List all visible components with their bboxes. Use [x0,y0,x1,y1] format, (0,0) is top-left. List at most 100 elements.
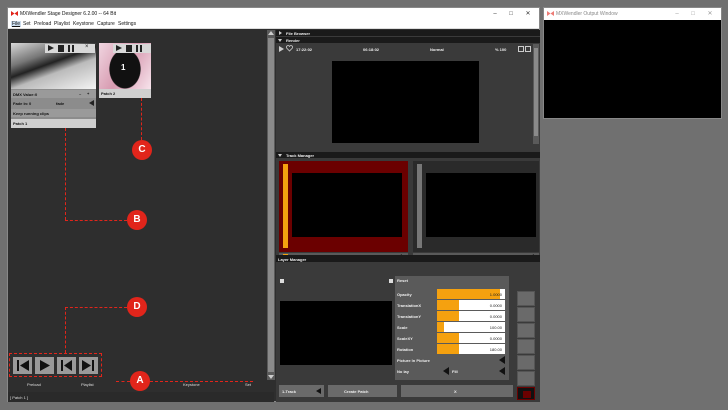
menu-set[interactable]: Set [23,21,31,27]
param-scale-slider[interactable]: 100.00 [437,322,505,332]
layer-preview [280,301,392,365]
layer-button-6[interactable] [517,371,535,386]
collapse-arrow-icon[interactable] [279,31,282,35]
fadein-label: Fade In: [13,101,29,106]
dmx-value[interactable]: 0 [35,92,37,97]
tab-preload[interactable]: Preload [27,382,41,387]
patch-2-thumb-text: 1 [121,63,126,72]
stop-icon[interactable] [126,45,132,52]
menu-capture[interactable]: Capture [97,21,115,27]
track-manager-header[interactable]: Track Manager [276,152,540,158]
fill-arrow-icon[interactable] [499,367,505,375]
param-translation-y-slider[interactable]: 0.0000 [437,311,505,321]
no-lay-arrow-icon[interactable] [443,367,449,375]
pause-icon[interactable] [68,45,74,52]
maximize-button[interactable]: □ [504,10,518,18]
patch-1-keep-row[interactable]: Keep running clips [11,109,96,117]
menu-keystone[interactable]: Keystone [73,21,94,27]
pause-icon[interactable] [136,45,142,52]
render-scrollbar[interactable] [533,44,539,144]
pip-arrow-icon[interactable] [499,356,505,364]
layer-button-1[interactable] [517,291,535,306]
scroll-up-icon[interactable] [268,31,274,35]
param-scale-fill [437,322,445,332]
step-back-icon [61,360,72,371]
track-2[interactable] [413,161,539,252]
track-2-level[interactable] [417,164,422,248]
tab-keystone[interactable]: Keystone [183,382,200,387]
patch-1-dmx-row: DMX Value: 0 – + [11,90,96,98]
layer-button-3[interactable] [517,323,535,338]
menu-preload[interactable]: Preload [34,21,51,27]
play-icon[interactable] [116,45,122,51]
keep-running-label: Keep running clips [13,111,50,116]
left-scrollbar-thumb[interactable] [268,38,274,372]
fadein-value[interactable]: 0 [29,101,31,106]
layer-manager-header[interactable]: Layer Manager [276,255,540,262]
delete-button[interactable]: X [401,385,513,397]
pip-label[interactable]: Picture In Picture [397,358,430,363]
output-window: MXWendler Output Window – □ ✕ [543,7,722,119]
patch-1[interactable]: × DMX Value: 0 – + Fade In: 0 fade Keep … [11,43,96,128]
param-rotation-fill [437,344,460,354]
dmx-label: DMX Value: [13,92,35,97]
param-translation-x-slider[interactable]: 0.0000 [437,300,505,310]
render-scrollbar-thumb[interactable] [534,48,538,136]
param-translation-x-label: TranslationX [397,303,422,308]
track-1-level[interactable] [283,164,288,248]
annotation-line-b-horizontal [65,220,127,221]
layer-button-4[interactable] [517,339,535,354]
stop-icon[interactable] [58,45,64,52]
create-patch-label: Create Patch [344,389,369,394]
fill-label[interactable]: Fill [452,369,458,374]
menu-settings[interactable]: Settings [118,21,136,27]
play-icon[interactable] [48,45,54,51]
dmx-plus[interactable]: + [87,91,89,96]
skip-back-button[interactable] [13,357,32,374]
output-minimize-button[interactable]: – [670,10,684,18]
dmx-minus[interactable]: – [79,91,81,96]
param-rotation-slider[interactable]: 180.00 [437,344,505,354]
output-close-button[interactable]: ✕ [703,10,717,18]
render-zoom[interactable]: % 100 [495,47,506,52]
patch-2[interactable]: 1 Patch 2 [99,43,151,98]
left-scrollbar[interactable] [267,30,275,380]
patch-close-icon[interactable]: × [85,44,89,50]
param-scale-xy-fill [437,333,460,343]
fade-arrow-icon[interactable] [89,100,94,106]
render-header[interactable]: Render [276,37,540,43]
close-button[interactable]: ✕ [521,10,535,18]
fullscreen-icon[interactable] [518,46,524,52]
patch-2-controls [113,44,151,53]
annotation-c: C [132,140,152,160]
expand-arrow-icon[interactable] [278,39,282,42]
output-maximize-button[interactable]: □ [686,10,700,18]
layer-button-2[interactable] [517,307,535,322]
track-1[interactable] [279,161,408,252]
render-title: Render [286,38,300,43]
param-scale-xy-slider[interactable]: 0.0000 [437,333,505,343]
menu-file[interactable]: File [11,21,22,27]
play-button[interactable] [35,357,54,374]
skip-forward-button[interactable] [79,357,98,374]
file-browser-header[interactable]: File Browser [276,30,540,36]
no-lay-label[interactable]: No lay [397,369,409,374]
expand-arrow-icon[interactable] [278,154,282,157]
menu-playlist[interactable]: Playlist [54,21,70,27]
render-play-icon[interactable] [279,46,284,52]
fade-label[interactable]: fade [56,101,64,106]
reset-label[interactable]: Reset [397,278,408,283]
layer-button-5[interactable] [517,355,535,370]
step-back-button[interactable] [57,357,76,374]
tab-playlist[interactable]: Playlist [81,382,94,387]
window-icon[interactable] [525,46,531,52]
render-heart-icon[interactable] [286,45,293,52]
param-opacity-slider[interactable]: 1.0000 [437,289,505,299]
minimize-button[interactable]: – [488,10,502,18]
tab-set[interactable]: Set [245,382,251,387]
create-patch-button[interactable]: Create Patch [328,385,397,397]
scroll-down-icon[interactable] [268,375,274,379]
render-mode[interactable]: Normal [430,47,444,52]
file-browser-title: File Browser [286,31,311,36]
track-select-button[interactable]: 1-Track [279,385,324,397]
